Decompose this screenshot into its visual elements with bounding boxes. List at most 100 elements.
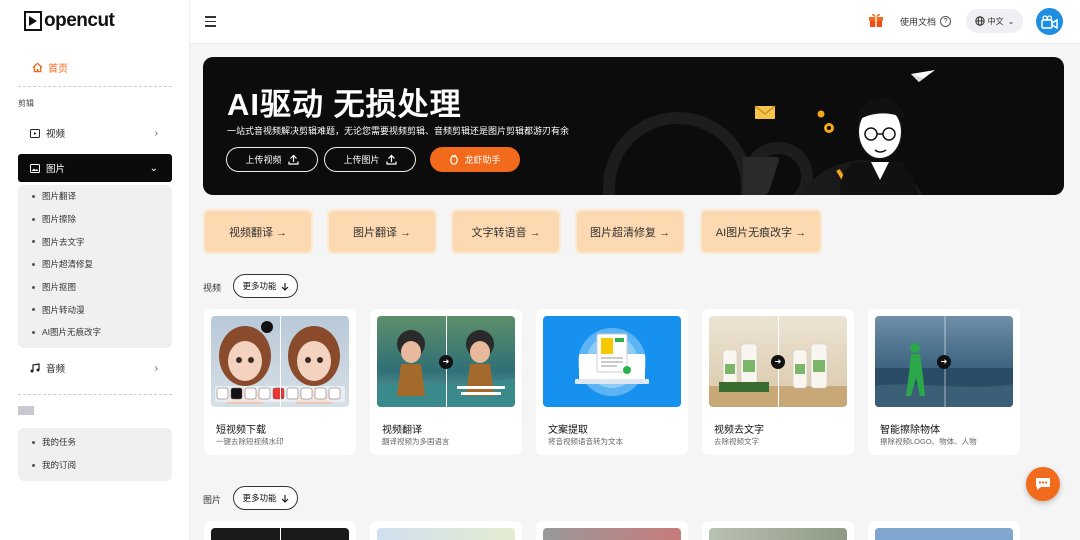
- card-description: 一键去除短视频水印: [216, 437, 284, 446]
- topbar: 使用文档 ? 中文 ⌄: [190, 0, 1080, 44]
- assistant-button[interactable]: 龙虾助手: [430, 147, 520, 172]
- tool-card-short-video-download[interactable]: 短视频下载 一键去除短视频水印: [204, 309, 356, 455]
- upload-image-button[interactable]: 上传图片: [324, 147, 416, 172]
- hero-banner: AI驱动 无损处理 一站式音视频解决剪辑难题，无论您需要视频剪辑、音频剪辑还是图…: [203, 57, 1064, 195]
- submenu-item-image-erase[interactable]: 图片擦除: [18, 208, 172, 231]
- submenu-item-image-translate[interactable]: 图片翻译: [18, 185, 172, 208]
- tool-card-video-translate[interactable]: ➜ 视频翻译 翻译视频为多国语言: [370, 309, 522, 455]
- image-icon: [30, 163, 40, 173]
- chevron-down-icon: ⌄: [149, 162, 158, 174]
- card-thumbnail: [543, 528, 681, 540]
- arrow-right-icon: ➜: [439, 354, 453, 369]
- banner-subtitle: 一站式音视频解决剪辑难题，无论您需要视频剪辑、音频剪辑还是图片剪辑都游刃有余: [227, 126, 570, 136]
- quick-tool-ai-text-edit[interactable]: AI图片无痕改字 →: [700, 209, 822, 254]
- tool-card-smart-erase[interactable]: ➜ 智能擦除物体 擦除视频LOGO、物体、人物: [868, 309, 1020, 455]
- help-icon: ?: [940, 16, 952, 27]
- sidebar-item-label: 首页: [48, 64, 68, 75]
- banner-illustration: [743, 70, 935, 195]
- section-label-blurred: [18, 406, 34, 415]
- button-label: 更多功能: [242, 281, 277, 291]
- card-thumbnail: ➜: [709, 316, 847, 407]
- arrow-down-icon: [281, 494, 288, 503]
- sidebar-item-video[interactable]: 视频 ›: [18, 120, 172, 146]
- language-selector[interactable]: 中文 ⌄: [966, 9, 1023, 33]
- card-thumbnail: [875, 528, 1013, 540]
- button-label: 上传视频: [245, 155, 282, 165]
- tool-card-transcript-extract[interactable]: 文案提取 将音视频语音转为文本: [536, 309, 688, 455]
- docs-label: 使用文档: [900, 17, 937, 27]
- chat-bubble-icon: [1036, 478, 1050, 490]
- card-title: 短视频下载: [216, 425, 266, 436]
- more-features-button[interactable]: 更多功能: [233, 274, 298, 298]
- card-title: 文案提取: [548, 425, 588, 436]
- card-thumbnail: ➜: [875, 316, 1013, 407]
- sidebar-item-label: 视频: [46, 129, 66, 140]
- chevron-right-icon: ›: [154, 362, 158, 374]
- tool-card-image[interactable]: [370, 521, 522, 540]
- card-title: 智能擦除物体: [880, 425, 940, 436]
- submenu-item-image-anime[interactable]: 图片转动漫: [18, 298, 172, 321]
- card-description: 将音视频语音转为文本: [548, 437, 623, 446]
- chat-button[interactable]: [1026, 467, 1060, 501]
- card-description: 翻译视频为多国语言: [382, 437, 450, 446]
- submenu-item-image-upscale[interactable]: 图片超清修复: [18, 253, 172, 276]
- submenu-item-my-subscription[interactable]: 我的订阅: [18, 454, 172, 477]
- decor-ring: [603, 112, 753, 195]
- sidebar-item-home[interactable]: 首页: [32, 60, 68, 75]
- card-thumbnail: ➜: [377, 316, 515, 407]
- sidebar-item-image[interactable]: 图片 ⌄: [18, 154, 172, 182]
- quick-tool-image-translate[interactable]: 图片翻译 →: [327, 209, 437, 254]
- sidebar-item-label: 音频: [46, 364, 66, 375]
- submenu-item-ai-text-edit[interactable]: AI图片无痕改字: [18, 321, 172, 344]
- section-title-image: 图片: [203, 495, 222, 505]
- arrow-right-icon: ➜: [771, 354, 785, 369]
- divider: [18, 394, 172, 395]
- docs-link[interactable]: 使用文档 ?: [900, 15, 952, 28]
- card-thumbnail: [211, 316, 349, 407]
- arrow-right-icon: ➜: [937, 354, 951, 369]
- card-thumbnail: [211, 528, 349, 540]
- chevron-down-icon: ⌄: [1007, 16, 1015, 26]
- image-submenu: 图片翻译 图片擦除 图片去文字 图片超清修复 图片抠图 图片转动漫 AI图片无痕…: [18, 185, 172, 348]
- app-logo[interactable]: opencut: [24, 10, 115, 32]
- button-label: 更多功能: [242, 493, 277, 503]
- menu-icon[interactable]: [205, 16, 216, 30]
- card-thumbnail: [377, 528, 515, 540]
- divider: [18, 86, 172, 87]
- tool-card-image[interactable]: [702, 521, 854, 540]
- upload-icon: [385, 154, 397, 165]
- more-features-button[interactable]: 更多功能: [233, 486, 298, 510]
- tool-card-image[interactable]: [536, 521, 688, 540]
- tool-card-video-remove-text[interactable]: ➜ 视频去文字 去除视频文字: [702, 309, 854, 455]
- tool-card-image[interactable]: [204, 521, 356, 540]
- sidebar: opencut 首页 剪辑 视频 › 图片 ⌄ 图片翻译 图片擦除 图片去文字 …: [0, 0, 190, 540]
- upload-video-button[interactable]: 上传视频: [226, 147, 318, 172]
- card-description: 去除视频文字: [714, 437, 759, 446]
- section-title-video: 视频: [203, 283, 222, 293]
- tool-card-image[interactable]: [868, 521, 1020, 540]
- submenu-item-image-cutout[interactable]: 图片抠图: [18, 276, 172, 299]
- chevron-right-icon: ›: [154, 127, 158, 139]
- card-title: 视频翻译: [382, 425, 422, 436]
- compare-divider: [280, 528, 281, 540]
- banner-title: AI驱动 无损处理: [227, 87, 462, 122]
- card-thumbnail: [709, 528, 847, 540]
- video-icon: [30, 128, 40, 138]
- sidebar-item-label: 图片: [46, 164, 66, 175]
- sidebar-item-audio[interactable]: 音频 ›: [18, 355, 172, 381]
- upload-icon: [287, 154, 299, 165]
- quick-tool-video-translate[interactable]: 视频翻译 →: [203, 209, 313, 254]
- account-submenu: 我的任务 我的订阅: [18, 428, 172, 481]
- video-camera-icon: [1041, 14, 1058, 29]
- button-label: 龙虾助手: [464, 155, 501, 165]
- quick-tool-tts[interactable]: 文字转语音 →: [451, 209, 561, 254]
- music-icon: [30, 363, 40, 373]
- compare-divider: [280, 316, 281, 407]
- submenu-item-image-remove-text[interactable]: 图片去文字: [18, 230, 172, 253]
- submenu-item-my-tasks[interactable]: 我的任务: [18, 431, 172, 454]
- quick-tool-image-upscale[interactable]: 图片超清修复 →: [575, 209, 685, 254]
- section-label-edit: 剪辑: [18, 99, 34, 108]
- avatar[interactable]: [1036, 8, 1063, 35]
- card-description: 擦除视频LOGO、物体、人物: [880, 437, 977, 446]
- gift-icon[interactable]: [868, 11, 884, 33]
